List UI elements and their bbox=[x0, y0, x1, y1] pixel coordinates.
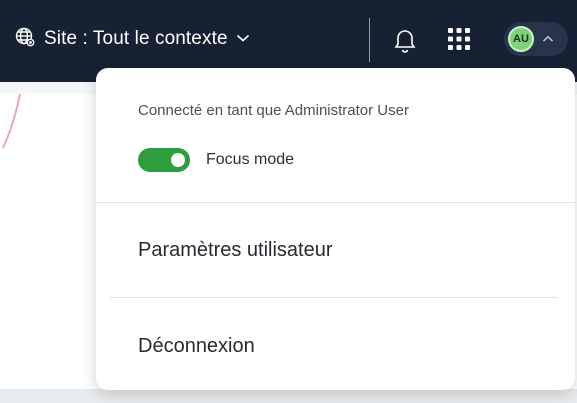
focus-mode-row: Focus mode bbox=[138, 148, 294, 172]
bottom-strip bbox=[0, 389, 577, 403]
menu-divider bbox=[96, 202, 575, 203]
signed-in-text: Connecté en tant que Administrator User bbox=[138, 102, 409, 119]
site-selector-label: Site : Tout le contexte bbox=[44, 28, 228, 49]
chevron-up-icon bbox=[542, 30, 554, 48]
globe-icon bbox=[14, 26, 36, 53]
site-selector[interactable]: Site : Tout le contexte bbox=[14, 25, 250, 53]
toolbar-separator bbox=[369, 18, 370, 62]
notifications-button[interactable] bbox=[392, 26, 418, 59]
toggle-knob bbox=[171, 153, 185, 167]
chevron-down-icon bbox=[236, 30, 250, 48]
focus-mode-label: Focus mode bbox=[206, 151, 295, 168]
bell-icon bbox=[392, 30, 418, 58]
apps-launcher-button[interactable] bbox=[447, 27, 471, 56]
menu-divider bbox=[110, 297, 558, 298]
user-menu-button[interactable]: AU bbox=[504, 22, 568, 56]
avatar: AU bbox=[508, 26, 534, 52]
user-dropdown-menu: Connecté en tant que Administrator User … bbox=[96, 68, 575, 390]
logout-menu-item[interactable]: Déconnexion bbox=[138, 335, 255, 358]
apps-grid-icon bbox=[447, 28, 471, 55]
user-settings-menu-item[interactable]: Paramètres utilisateur bbox=[138, 239, 333, 262]
focus-mode-toggle[interactable] bbox=[138, 148, 190, 172]
